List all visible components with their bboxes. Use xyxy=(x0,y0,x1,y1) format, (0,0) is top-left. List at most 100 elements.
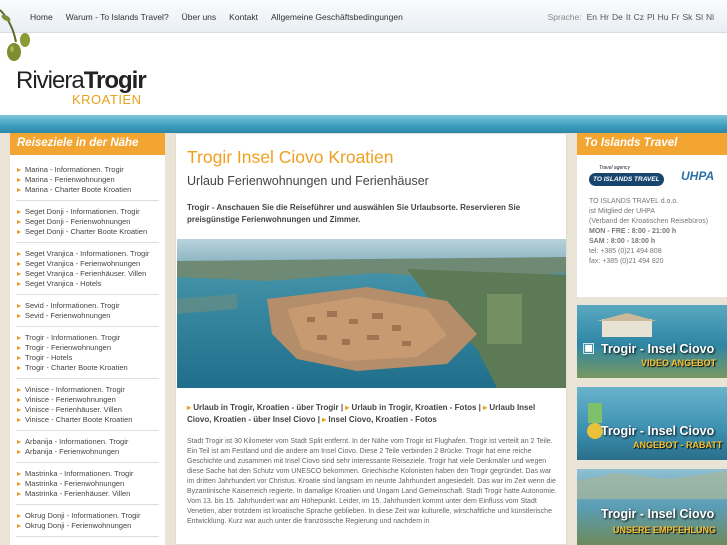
link-trogir-about[interactable]: Urlaub in Trogir, Kroatien - über Trogir xyxy=(193,403,338,412)
nav-about-us[interactable]: Über uns xyxy=(182,12,217,22)
destination-link[interactable]: Seget Vranjica - Informationen. Trogir xyxy=(16,249,159,259)
destination-group: Mastrinka - Informationen. Trogir Mastrin… xyxy=(16,467,159,505)
intro-text: Trogir - Anschauen Sie die Reiseführer u… xyxy=(187,203,521,224)
link-trogir-photos[interactable]: Urlaub in Trogir, Kroatien - Fotos xyxy=(352,403,477,412)
page-header: Home Warum - To Islands Travel? Über uns… xyxy=(0,0,727,125)
company-name: TO ISLANDS TRAVEL d.o.o. xyxy=(589,198,679,205)
destination-link[interactable]: Vinisce - Ferienhäuser. Villen xyxy=(16,405,159,415)
destination-list: Marina - Informationen. Trogir Marina - F… xyxy=(10,155,165,537)
promo-discount-offer[interactable]: Trogir - Insel Ciovo ANGEBOT - RABATT xyxy=(577,387,727,460)
company-info: TO ISLANDS TRAVEL d.o.o. ist Mitglied de… xyxy=(577,191,727,267)
lang-en[interactable]: En xyxy=(587,12,597,22)
logo-bold-text: Trogir xyxy=(83,67,147,94)
sea-banner xyxy=(0,115,727,133)
promo-recommendation[interactable]: Trogir - Insel Ciovo UNSERE EMPFEHLUNG xyxy=(577,469,727,545)
quick-links: ▸ Urlaub in Trogir, Kroatien - über Trog… xyxy=(187,403,536,424)
destination-group: Vinisce - Informationen. Trogir Vinisce -… xyxy=(16,383,159,431)
arrow-right-icon: ▸ xyxy=(187,403,192,412)
destination-link[interactable]: Marina - Informationen. Trogir xyxy=(16,165,159,175)
promo-title: Trogir - Insel Ciovo xyxy=(601,424,715,438)
villa-icon xyxy=(597,313,657,337)
nav-why-to-islands-travel[interactable]: Warum - To Islands Travel? xyxy=(66,12,169,22)
hours-saturday: SAM : 8:00 - 18:00 h xyxy=(589,238,656,245)
lang-nl[interactable]: Nl xyxy=(706,12,714,22)
company-box: To Islands Travel Travel agency TO ISLAN… xyxy=(577,133,727,297)
destination-link[interactable]: Seget Donji - Charter Boote Kroatien xyxy=(16,227,159,237)
arrow-right-icon: ▸ xyxy=(345,403,350,412)
destination-link[interactable]: Vinisce - Charter Boote Kroatien xyxy=(16,415,159,425)
page-subtitle: Urlaub Ferienwohnungen und Ferienhäuser xyxy=(187,174,429,188)
destination-link[interactable]: Seget Donji - Ferienwohnungen xyxy=(16,217,159,227)
logo-name-text: TO ISLANDS TRAVEL xyxy=(589,173,664,186)
main-content: Trogir Insel Ciovo Kroatien Urlaub Ferie… xyxy=(175,133,567,545)
nav-terms[interactable]: Allgemeine Geschäftsbedingungen xyxy=(271,12,403,22)
promo-title: Trogir - Insel Ciovo xyxy=(601,507,715,521)
destination-link[interactable]: Sevid - Ferienwohnungen xyxy=(16,311,159,321)
lang-it[interactable]: It xyxy=(626,12,631,22)
to-islands-travel-logo[interactable]: Travel agency TO ISLANDS TRAVEL xyxy=(589,165,675,191)
destination-group: Seget Donji - Informationen. Trogir Seget… xyxy=(16,205,159,243)
promo-title: Trogir - Insel Ciovo xyxy=(601,342,715,356)
destination-link[interactable]: Seget Donji - Informationen. Trogir xyxy=(16,207,159,217)
destination-group: Okrug Donji - Informationen. Trogir Okrug… xyxy=(16,509,159,537)
destination-link[interactable]: Vinisce - Informationen. Trogir xyxy=(16,385,159,395)
main-nav: Home Warum - To Islands Travel? Über uns… xyxy=(30,12,416,22)
lang-hu[interactable]: Hu xyxy=(658,12,669,22)
site-logo[interactable]: RivieraTrogir xyxy=(16,67,147,95)
company-association: (Verband der Kroatischen Reisebüros) xyxy=(589,218,709,225)
company-membership: ist Mitglied der UHPA xyxy=(589,208,656,215)
destination-link[interactable]: Arbanija - Ferienwohnungen xyxy=(16,447,159,457)
hours-weekdays: MON - FRE : 8:00 - 21:00 h xyxy=(589,228,677,235)
destination-link[interactable]: Sevid - Informationen. Trogir xyxy=(16,301,159,311)
lang-de[interactable]: De xyxy=(612,12,623,22)
destination-link[interactable]: Okrug Donji - Informationen. Trogir xyxy=(16,511,159,521)
uhpa-logo[interactable]: UHPA xyxy=(681,169,714,183)
lang-sl[interactable]: Sl xyxy=(695,12,703,22)
destination-group: Seget Vranjica - Informationen. Trogir Se… xyxy=(16,247,159,295)
arrow-right-icon: ▸ xyxy=(483,403,488,412)
promo-video-offer[interactable]: ▣ Trogir - Insel Ciovo VIDEO ANGEBOT xyxy=(577,305,727,378)
lang-cz[interactable]: Cz xyxy=(634,12,644,22)
right-sidebar: To Islands Travel Travel agency TO ISLAN… xyxy=(577,133,727,545)
destination-link[interactable]: Mastrinka - Informationen. Trogir xyxy=(16,469,159,479)
left-sidebar: Reiseziele in der Nähe Marina - Informat… xyxy=(10,133,165,545)
destination-link[interactable]: Mastrinka - Ferienhäuser. Villen xyxy=(16,489,159,499)
destination-group: Trogir - Informationen. Trogir Trogir - F… xyxy=(16,331,159,379)
lang-fr[interactable]: Fr xyxy=(671,12,679,22)
link-ciovo-photos[interactable]: Insel Ciovo, Kroatien - Fotos xyxy=(328,415,436,424)
destination-link[interactable]: Okrug Donji - Ferienwohnungen xyxy=(16,521,159,531)
destination-group: Sevid - Informationen. Trogir Sevid - Fer… xyxy=(16,299,159,327)
nav-contact[interactable]: Kontakt xyxy=(229,12,258,22)
destination-link[interactable]: Seget Vranjica - Ferienhäuser. Villen xyxy=(16,269,159,279)
destination-link[interactable]: Seget Vranjica - Hotels xyxy=(16,279,159,289)
lang-sk[interactable]: Sk xyxy=(682,12,692,22)
landscape-icon xyxy=(577,471,727,499)
destination-link[interactable]: Trogir - Ferienwohnungen xyxy=(16,343,159,353)
lang-pl[interactable]: Pl xyxy=(647,12,655,22)
destination-link[interactable]: Trogir - Charter Boote Kroatien xyxy=(16,363,159,373)
destination-group: Arbanija - Informationen. Trogir Arbanija… xyxy=(16,435,159,463)
destination-group: Marina - Informationen. Trogir Marina - F… xyxy=(16,163,159,201)
destination-link[interactable]: Marina - Ferienwohnungen xyxy=(16,175,159,185)
destination-link[interactable]: Mastrinka - Ferienwohnungen xyxy=(16,479,159,489)
destination-link[interactable]: Marina - Charter Boote Kroatien xyxy=(16,185,159,195)
uhpa-text: UHPA xyxy=(681,169,715,183)
logo-small-text: Travel agency xyxy=(599,165,631,171)
video-icon: ▣ xyxy=(582,339,596,355)
arrow-right-icon: ▸ xyxy=(322,415,327,424)
trogir-aerial-photo xyxy=(177,239,566,388)
destination-link[interactable]: Arbanija - Informationen. Trogir xyxy=(16,437,159,447)
left-sidebar-heading: Reiseziele in der Nähe xyxy=(10,133,165,155)
nav-home[interactable]: Home xyxy=(30,12,53,22)
company-tel: tel: +385 (0)21 494 808 xyxy=(589,248,662,255)
destination-link[interactable]: Trogir - Hotels xyxy=(16,353,159,363)
language-switcher: Sprache: En Hr De It Cz Pl Hu Fr Sk Sl N… xyxy=(548,12,714,22)
destination-link[interactable]: Seget Vranjica - Ferienwohnungen xyxy=(16,259,159,269)
destination-link[interactable]: Vinisce - Ferienwohnungen xyxy=(16,395,159,405)
page-title: Trogir Insel Ciovo Kroatien xyxy=(187,147,394,167)
destination-link[interactable]: Trogir - Informationen. Trogir xyxy=(16,333,159,343)
agency-logos: Travel agency TO ISLANDS TRAVEL UHPA xyxy=(577,155,727,191)
body-text: Stadt Trogir ist 30 Kilometer vom Stadt … xyxy=(187,438,557,525)
lang-hr[interactable]: Hr xyxy=(600,12,609,22)
logo-main-text: Riviera xyxy=(16,67,85,94)
